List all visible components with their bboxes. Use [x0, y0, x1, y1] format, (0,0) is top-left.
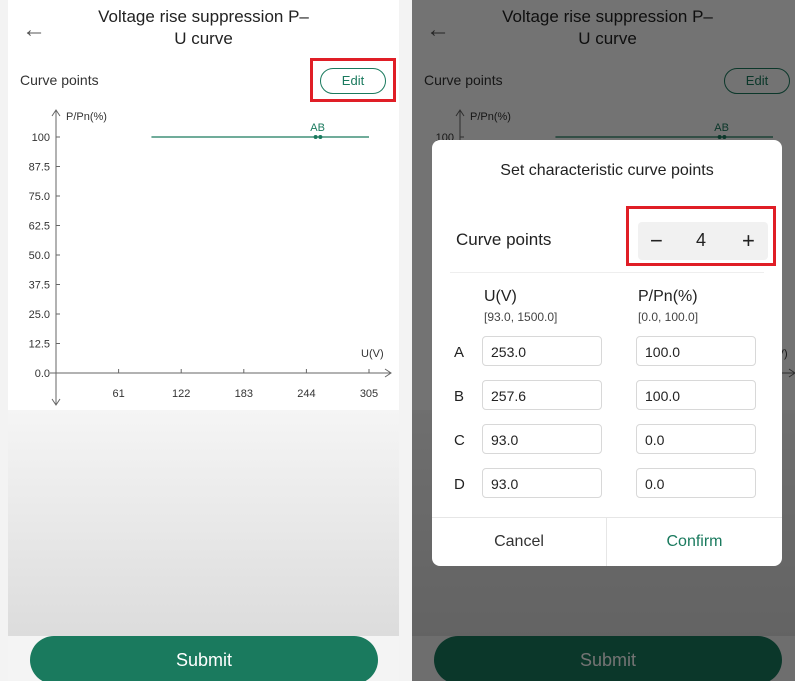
- curve-point-1: [318, 135, 323, 139]
- y-tick-label: 50.0: [29, 250, 50, 262]
- row-label-b: B: [454, 388, 465, 405]
- curve-points-dialog: Set characteristic curve points Curve po…: [432, 140, 782, 566]
- row-b-p-input[interactable]: 100.0: [636, 380, 756, 410]
- confirm-button[interactable]: Confirm: [607, 518, 782, 566]
- dialog-curve-points-label: Curve points: [456, 230, 552, 249]
- page-title: Voltage rise suppression P– U curve: [58, 6, 349, 50]
- row-label-a: A: [454, 344, 465, 361]
- x-tick-label: 61: [112, 388, 124, 400]
- y-tick-label: 0.0: [35, 368, 50, 380]
- point-label-0: AB: [310, 122, 325, 134]
- row-label-d: D: [454, 476, 465, 493]
- row-b-u-input[interactable]: 257.6: [482, 380, 602, 410]
- empty-area: [8, 410, 399, 636]
- row-d-p-input[interactable]: 0.0: [636, 468, 756, 498]
- x-tick-label: 122: [172, 388, 190, 400]
- x-tick-label: 305: [360, 388, 378, 400]
- page-title-line1: Voltage rise suppression P–: [98, 7, 309, 26]
- curve-point-0: [313, 135, 318, 139]
- row-d-u-input[interactable]: 93.0: [482, 468, 602, 498]
- back-arrow-icon[interactable]: ←: [22, 18, 46, 42]
- row-c-u-input[interactable]: 93.0: [482, 424, 602, 454]
- x-tick-label: 183: [235, 388, 253, 400]
- edit-highlight-box: [310, 58, 396, 102]
- dialog-footer: Cancel Confirm: [432, 517, 782, 566]
- p-column-range: [0.0, 100.0]: [638, 310, 699, 324]
- curve-card: Curve points Edit P/Pn(%)U(V)10087.575.0…: [8, 58, 399, 410]
- y-tick-label: 75.0: [29, 191, 50, 203]
- page-title-line2: U curve: [174, 29, 233, 48]
- curve-points-label: Curve points: [20, 72, 99, 88]
- row-a-u-input[interactable]: 253.0: [482, 336, 602, 366]
- y-tick-label: 87.5: [29, 162, 50, 174]
- submit-button[interactable]: Submit: [30, 636, 378, 681]
- y-tick-label: 62.5: [29, 221, 50, 233]
- y-tick-label: 12.5: [29, 339, 50, 351]
- row-a-p-input[interactable]: 100.0: [636, 336, 756, 366]
- stepper-highlight-box: [626, 206, 776, 266]
- row-label-c: C: [454, 432, 465, 449]
- row-c-p-input[interactable]: 0.0: [636, 424, 756, 454]
- x-axis-label: U(V): [361, 348, 384, 360]
- u-column-header: U(V): [484, 288, 517, 305]
- p-column-header: P/Pn(%): [638, 288, 698, 305]
- divider: [450, 272, 764, 273]
- x-tick-label: 244: [297, 388, 315, 400]
- y-tick-label: 25.0: [29, 309, 50, 321]
- pu-curve-chart: P/Pn(%) U(V) 100 87.5 75.0 62.5 50.0 37.5 25.0 12…: [29, 109, 392, 406]
- y-tick-label: 100: [32, 132, 50, 144]
- u-column-range: [93.0, 1500.0]: [484, 310, 558, 324]
- right-screen: ← Voltage rise suppression P– U curve Cu…: [412, 0, 795, 681]
- header: ← Voltage rise suppression P– U curve: [8, 0, 399, 60]
- left-screen: ← Voltage rise suppression P– U curve Cu…: [8, 0, 399, 681]
- dialog-title: Set characteristic curve points: [500, 162, 714, 179]
- y-tick-label: 37.5: [29, 280, 50, 292]
- y-axis-label: P/Pn(%): [66, 111, 107, 123]
- cancel-button[interactable]: Cancel: [432, 518, 607, 566]
